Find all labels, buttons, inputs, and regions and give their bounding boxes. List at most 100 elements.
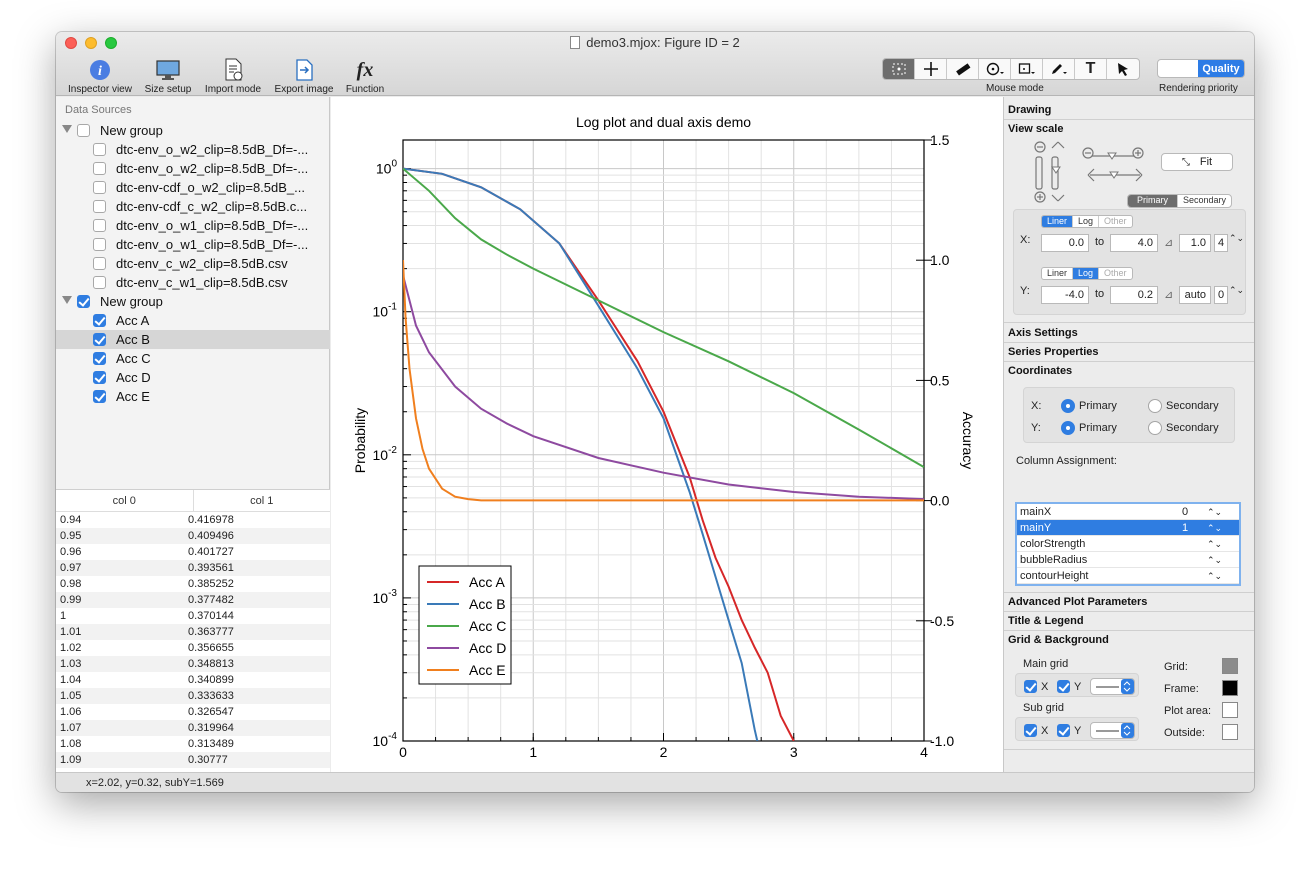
table-cell[interactable]: 0.95 — [56, 528, 184, 544]
plot-area-color-swatch[interactable] — [1222, 702, 1238, 718]
table-cell[interactable]: 0.97 — [56, 560, 184, 576]
table-row[interactable]: 0.94 0.416978 — [56, 512, 330, 528]
table-row[interactable]: 1.06 0.326547 — [56, 704, 330, 720]
column-header[interactable]: col 1 — [194, 490, 331, 511]
grid-background-header[interactable]: Grid & Background — [1008, 634, 1109, 646]
item-checkbox[interactable] — [93, 162, 106, 175]
y-other-option[interactable]: Other — [1099, 268, 1132, 279]
item-checkbox[interactable] — [93, 143, 106, 156]
table-cell[interactable]: 0.333633 — [184, 688, 234, 704]
rendering-priority-toggle[interactable]: Quality — [1157, 59, 1245, 78]
tree-item[interactable]: dtc-env-cdf_c_w2_clip=8.5dB.c... — [56, 197, 330, 216]
x-max-input[interactable]: 4.0 — [1110, 234, 1158, 252]
table-row[interactable]: 0.96 0.401727 — [56, 544, 330, 560]
table-cell[interactable]: 0.96 — [56, 544, 184, 560]
frame-color-swatch[interactable] — [1222, 680, 1238, 696]
outside-color-swatch[interactable] — [1222, 724, 1238, 740]
table-row[interactable]: 0.97 0.393561 — [56, 560, 330, 576]
tree-item[interactable]: dtc-env-cdf_o_w2_clip=8.5dB_... — [56, 178, 330, 197]
column-assignment-row[interactable]: bubbleRadius ⌃⌄ — [1017, 552, 1239, 568]
item-checkbox[interactable] — [93, 333, 106, 346]
table-cell[interactable]: 0.401727 — [184, 544, 234, 560]
sub-grid-x-checkbox[interactable] — [1024, 724, 1037, 737]
table-row[interactable]: 1.03 0.348813 — [56, 656, 330, 672]
table-cell[interactable]: 0.370144 — [184, 608, 234, 624]
table-row[interactable]: 1 0.370144 — [56, 608, 330, 624]
x-primary-radio[interactable] — [1061, 399, 1075, 413]
x-other-option[interactable]: Other — [1099, 216, 1132, 227]
primary-tab[interactable]: Primary — [1128, 195, 1178, 207]
table-cell[interactable]: 1 — [56, 608, 184, 624]
tree-item[interactable]: dtc-env_o_w2_clip=8.5dB_Df=-... — [56, 159, 330, 178]
series-properties-header[interactable]: Series Properties — [1008, 346, 1099, 358]
tree-item[interactable]: Acc A — [56, 311, 330, 330]
table-cell[interactable]: 0.416978 — [184, 512, 234, 528]
table-cell[interactable]: 1.01 — [56, 624, 184, 640]
x-subdivision-input[interactable]: 4 — [1214, 234, 1228, 252]
item-checkbox[interactable] — [93, 390, 106, 403]
column-header[interactable]: col 0 — [56, 490, 194, 511]
main-grid-y-checkbox[interactable] — [1057, 680, 1070, 693]
x-liner-option[interactable]: Liner — [1042, 216, 1074, 227]
table-row[interactable]: 0.98 0.385252 — [56, 576, 330, 592]
group-checkbox[interactable] — [77, 295, 90, 308]
y-log-option[interactable]: Log — [1073, 268, 1100, 279]
y-liner-option[interactable]: Liner — [1042, 268, 1074, 279]
table-row[interactable]: 1.05 0.333633 — [56, 688, 330, 704]
plot-area[interactable]: 0 1 2 3 4 100 10-1 10-2 10-3 10-4 1.5 1.0 0.5 0.0 -0.5… — [331, 97, 1003, 772]
table-cell[interactable]: 1.02 — [56, 640, 184, 656]
table-cell[interactable]: 1.05 — [56, 688, 184, 704]
table-cell[interactable]: 0.99 — [56, 592, 184, 608]
stepper-icon[interactable]: ⌃⌄ — [1207, 552, 1222, 568]
tree-item[interactable]: Acc E — [56, 387, 330, 406]
chart-svg[interactable]: 0 1 2 3 4 100 10-1 10-2 10-3 10-4 1.5 1.0 0.5 0.0 -0.5… — [331, 97, 1003, 772]
tree-item[interactable]: Acc C — [56, 349, 330, 368]
item-checkbox[interactable] — [93, 276, 106, 289]
table-row[interactable]: 1.07 0.319964 — [56, 720, 330, 736]
table-cell[interactable]: 1.04 — [56, 672, 184, 688]
table-row[interactable]: 1.08 0.313489 — [56, 736, 330, 752]
tree-item[interactable]: dtc-env_o_w1_clip=8.5dB_Df=-... — [56, 235, 330, 254]
item-checkbox[interactable] — [93, 371, 106, 384]
select-area-mode-button[interactable] — [883, 59, 915, 79]
table-cell[interactable]: 0.356655 — [184, 640, 234, 656]
table-cell[interactable]: 1.07 — [56, 720, 184, 736]
coordinates-header[interactable]: Coordinates — [1008, 365, 1072, 377]
disclosure-triangle-icon[interactable] — [62, 125, 72, 133]
item-checkbox[interactable] — [93, 257, 106, 270]
column-assignment-row[interactable]: mainX 0 ⌃⌄ — [1017, 504, 1239, 520]
y-sub-stepper[interactable]: ⌃⌄ — [1229, 285, 1244, 296]
title-legend-header[interactable]: Title & Legend — [1008, 615, 1084, 627]
column-assignment-row[interactable]: mainY 1 ⌃⌄ — [1017, 520, 1239, 536]
column-assignment-row[interactable]: contourHeight ⌃⌄ — [1017, 568, 1239, 584]
y-primary-radio[interactable] — [1061, 421, 1075, 435]
table-row[interactable]: 1.04 0.340899 — [56, 672, 330, 688]
table-cell[interactable]: 0.326547 — [184, 704, 234, 720]
sub-grid-line-style-select[interactable] — [1090, 722, 1135, 739]
item-checkbox[interactable] — [93, 238, 106, 251]
tree-item[interactable]: Acc B — [56, 330, 330, 349]
table-cell[interactable]: 0.98 — [56, 576, 184, 592]
table-cell[interactable]: 0.340899 — [184, 672, 234, 688]
table-cell[interactable]: 0.319964 — [184, 720, 234, 736]
export-image-button[interactable]: Export image — [270, 56, 338, 95]
table-row[interactable]: 1.02 0.356655 — [56, 640, 330, 656]
y-step-input[interactable]: auto — [1179, 286, 1211, 304]
table-cell[interactable]: 0.94 — [56, 512, 184, 528]
text-mode-button[interactable]: T — [1075, 59, 1107, 79]
stepper-icon[interactable]: ⌃⌄ — [1207, 504, 1222, 520]
table-cell[interactable]: 0.409496 — [184, 528, 234, 544]
table-cell[interactable]: 0.313489 — [184, 736, 234, 752]
table-row[interactable]: 1.09 0.30777 — [56, 752, 330, 768]
group-checkbox[interactable] — [77, 124, 90, 137]
stepper-icon[interactable]: ⌃⌄ — [1207, 520, 1222, 536]
pen-mode-button[interactable] — [1043, 59, 1075, 79]
table-cell[interactable]: 0.348813 — [184, 656, 234, 672]
advanced-params-header[interactable]: Advanced Plot Parameters — [1008, 596, 1147, 608]
table-cell[interactable]: 0.377482 — [184, 592, 234, 608]
fit-button[interactable]: ⤡ Fit — [1161, 153, 1233, 171]
import-mode-button[interactable]: Import mode — [200, 56, 266, 95]
tree-item[interactable]: dtc-env_o_w1_clip=8.5dB_Df=-... — [56, 216, 330, 235]
disclosure-triangle-icon[interactable] — [62, 296, 72, 304]
table-row[interactable]: 1.01 0.363777 — [56, 624, 330, 640]
